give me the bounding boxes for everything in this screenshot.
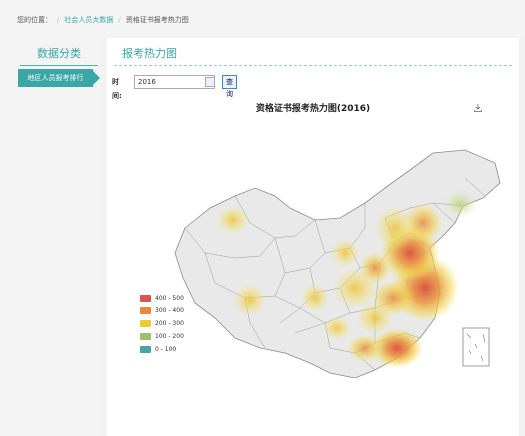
legend-swatch (140, 346, 151, 353)
legend-swatch (140, 307, 151, 314)
breadcrumb-link-social-big-data[interactable]: 社会人员大数据 (64, 16, 113, 24)
legend-label: 100 - 200 (155, 333, 184, 340)
breadcrumb-separator: / (118, 16, 121, 24)
sidebar: 数据分类 地区人员报考排行 (0, 38, 100, 436)
download-icon[interactable] (473, 103, 483, 113)
time-label: 时间: (112, 78, 122, 100)
legend-swatch (140, 320, 151, 327)
legend-label: 0 - 100 (155, 346, 177, 353)
title-divider (114, 65, 512, 66)
legend-label: 300 - 400 (155, 307, 184, 314)
breadcrumb-current: 资格证书报考热力图 (125, 16, 189, 24)
legend-swatch (140, 333, 151, 340)
breadcrumb-prefix: 您的位置： (17, 16, 52, 24)
legend-swatch (140, 295, 151, 302)
query-button[interactable]: 查询 (222, 75, 237, 98)
chart-title: 资格证书报考热力图(2016) (255, 104, 371, 114)
sidebar-title: 数据分类 (20, 43, 98, 66)
south-sea-inset (462, 327, 490, 367)
year-input[interactable]: 2016 (134, 75, 215, 89)
main-panel: 报考热力图 时间: 2016 查询 资格证书报考热力图(2016) 400 - … (107, 38, 519, 436)
sidebar-item-region-ranking[interactable]: 地区人员报考排行 (18, 69, 100, 87)
breadcrumb: 您的位置： / 社会人员大数据 / 资格证书报考热力图 (0, 0, 525, 38)
calendar-icon[interactable] (205, 77, 215, 87)
legend-label: 200 - 300 (155, 320, 184, 327)
china-heat-map (174, 149, 501, 378)
breadcrumb-separator: / (57, 16, 60, 24)
legend-label: 400 - 500 (155, 295, 184, 302)
page-title: 报考热力图 (122, 47, 177, 60)
